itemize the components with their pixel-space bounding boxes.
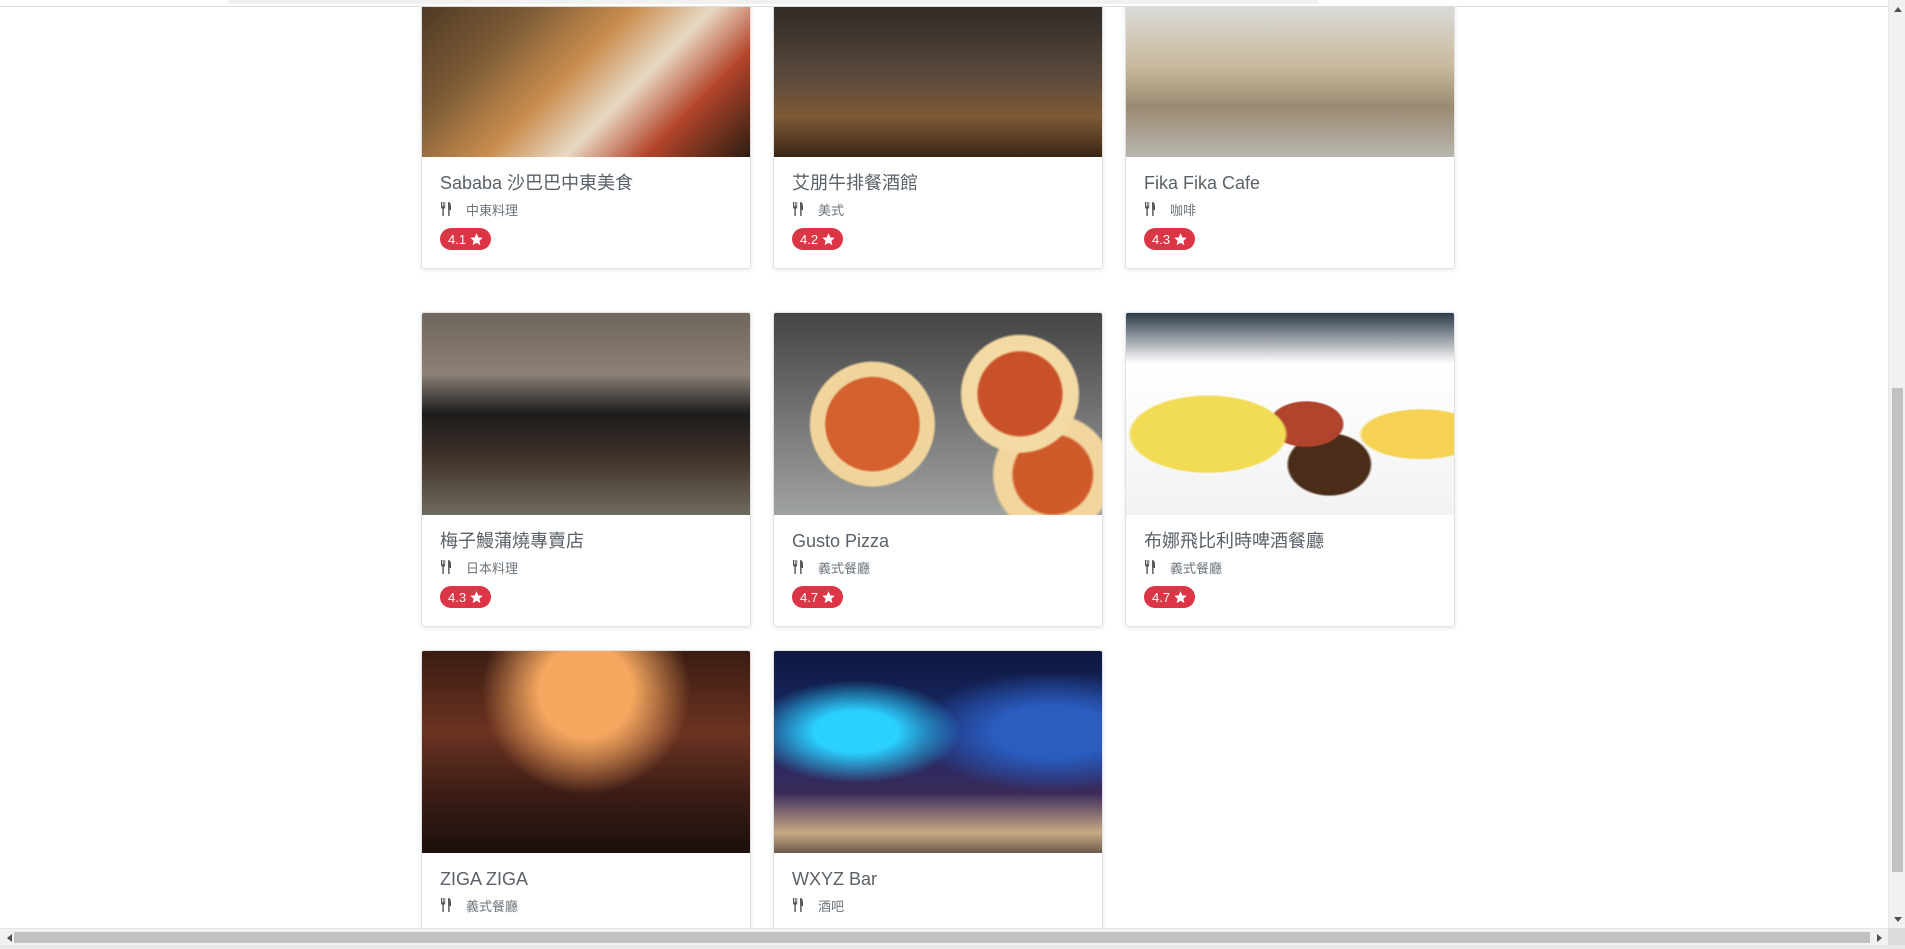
vertical-scroll-thumb[interactable] <box>1892 388 1903 872</box>
restaurant-photo[interactable] <box>774 313 1102 515</box>
restaurant-photo[interactable] <box>422 313 750 515</box>
restaurant-card[interactable]: 梅子鰻蒲燒專賣店 日本料理 4.3 <box>421 312 751 627</box>
restaurant-category: 咖啡 <box>1144 200 1436 218</box>
restaurant-card[interactable]: 艾朋牛排餐酒館 美式 4.2 <box>773 0 1103 269</box>
category-label: 咖啡 <box>1170 202 1197 218</box>
category-label: 中東料理 <box>466 202 519 218</box>
restaurant-name[interactable]: WXYZ Bar <box>792 868 1084 890</box>
utensils-icon <box>1145 560 1155 574</box>
restaurant-name[interactable]: Sababa 沙巴巴中東美食 <box>440 172 732 194</box>
restaurant-name[interactable]: 梅子鰻蒲燒專賣店 <box>440 530 732 552</box>
scrollbar-corner <box>1888 928 1905 945</box>
restaurant-name[interactable]: ZIGA ZIGA <box>440 868 732 890</box>
rating-value: 4.1 <box>448 231 467 247</box>
vertical-scrollbar[interactable] <box>1888 0 1905 928</box>
restaurant-name[interactable]: 布娜飛比利時啤酒餐廳 <box>1144 530 1436 552</box>
page-viewport: Sababa 沙巴巴中東美食 中東料理 4.1 艾朋牛排餐酒館 美式 4.2 F… <box>0 0 1888 928</box>
browser-top-edge <box>0 0 1888 7</box>
restaurant-name[interactable]: 艾朋牛排餐酒館 <box>792 172 1084 194</box>
restaurant-name[interactable]: Fika Fika Cafe <box>1144 172 1436 194</box>
rating-badge: 4.7 <box>1144 586 1196 608</box>
restaurant-category: 酒吧 <box>792 896 1084 914</box>
restaurant-photo[interactable] <box>774 0 1102 157</box>
restaurant-category: 義式餐廳 <box>792 558 1084 576</box>
star-icon <box>470 590 483 603</box>
restaurant-card[interactable]: Fika Fika Cafe 咖啡 4.3 <box>1125 0 1455 269</box>
restaurant-card[interactable]: Sababa 沙巴巴中東美食 中東料理 4.1 <box>421 0 751 269</box>
restaurant-card[interactable]: ZIGA ZIGA 義式餐廳 <box>421 650 751 928</box>
restaurant-card[interactable]: WXYZ Bar 酒吧 <box>773 650 1103 928</box>
restaurant-photo[interactable] <box>1126 0 1454 157</box>
rating-badge: 4.1 <box>440 228 492 250</box>
restaurant-name[interactable]: Gusto Pizza <box>792 530 1084 552</box>
rating-value: 4.7 <box>1152 589 1171 605</box>
star-icon <box>470 232 483 245</box>
restaurant-photo[interactable] <box>422 651 750 853</box>
utensils-icon <box>793 202 803 216</box>
restaurant-card[interactable]: 布娜飛比利時啤酒餐廳 義式餐廳 4.7 <box>1125 312 1455 627</box>
scroll-up-arrow-icon[interactable] <box>1889 0 1905 17</box>
utensils-icon <box>441 560 451 574</box>
category-label: 酒吧 <box>818 898 845 914</box>
rating-value: 4.3 <box>1152 231 1171 247</box>
scroll-down-arrow-icon[interactable] <box>1889 911 1905 928</box>
restaurant-photo[interactable] <box>422 0 750 157</box>
window-bottom-edge <box>0 945 1905 949</box>
utensils-icon <box>793 898 803 912</box>
utensils-icon <box>441 898 451 912</box>
rating-value: 4.3 <box>448 589 467 605</box>
category-label: 義式餐廳 <box>818 560 871 576</box>
category-label: 義式餐廳 <box>1170 560 1223 576</box>
category-label: 日本料理 <box>466 560 519 576</box>
rating-badge: 4.7 <box>792 586 844 608</box>
category-label: 美式 <box>818 202 845 218</box>
star-icon <box>1174 590 1187 603</box>
restaurant-photo[interactable] <box>1126 313 1454 515</box>
utensils-icon <box>1145 202 1155 216</box>
restaurant-category: 日本料理 <box>440 558 732 576</box>
tab-shadow <box>228 0 1318 4</box>
rating-value: 4.2 <box>800 231 819 247</box>
star-icon <box>822 590 835 603</box>
restaurant-photo[interactable] <box>774 651 1102 853</box>
restaurant-category: 義式餐廳 <box>440 896 732 914</box>
category-label: 義式餐廳 <box>466 898 519 914</box>
rating-value: 4.7 <box>800 589 819 605</box>
restaurant-category: 中東料理 <box>440 200 732 218</box>
restaurant-card[interactable]: Gusto Pizza 義式餐廳 4.7 <box>773 312 1103 627</box>
rating-badge: 4.2 <box>792 228 844 250</box>
restaurant-category: 義式餐廳 <box>1144 558 1436 576</box>
utensils-icon <box>441 202 451 216</box>
star-icon <box>1174 232 1187 245</box>
rating-badge: 4.3 <box>440 586 492 608</box>
utensils-icon <box>793 560 803 574</box>
rating-badge: 4.3 <box>1144 228 1196 250</box>
horizontal-scroll-thumb[interactable] <box>14 932 1870 943</box>
restaurant-category: 美式 <box>792 200 1084 218</box>
horizontal-scrollbar[interactable] <box>0 928 1888 946</box>
star-icon <box>822 232 835 245</box>
scroll-right-arrow-icon[interactable] <box>1871 929 1888 946</box>
